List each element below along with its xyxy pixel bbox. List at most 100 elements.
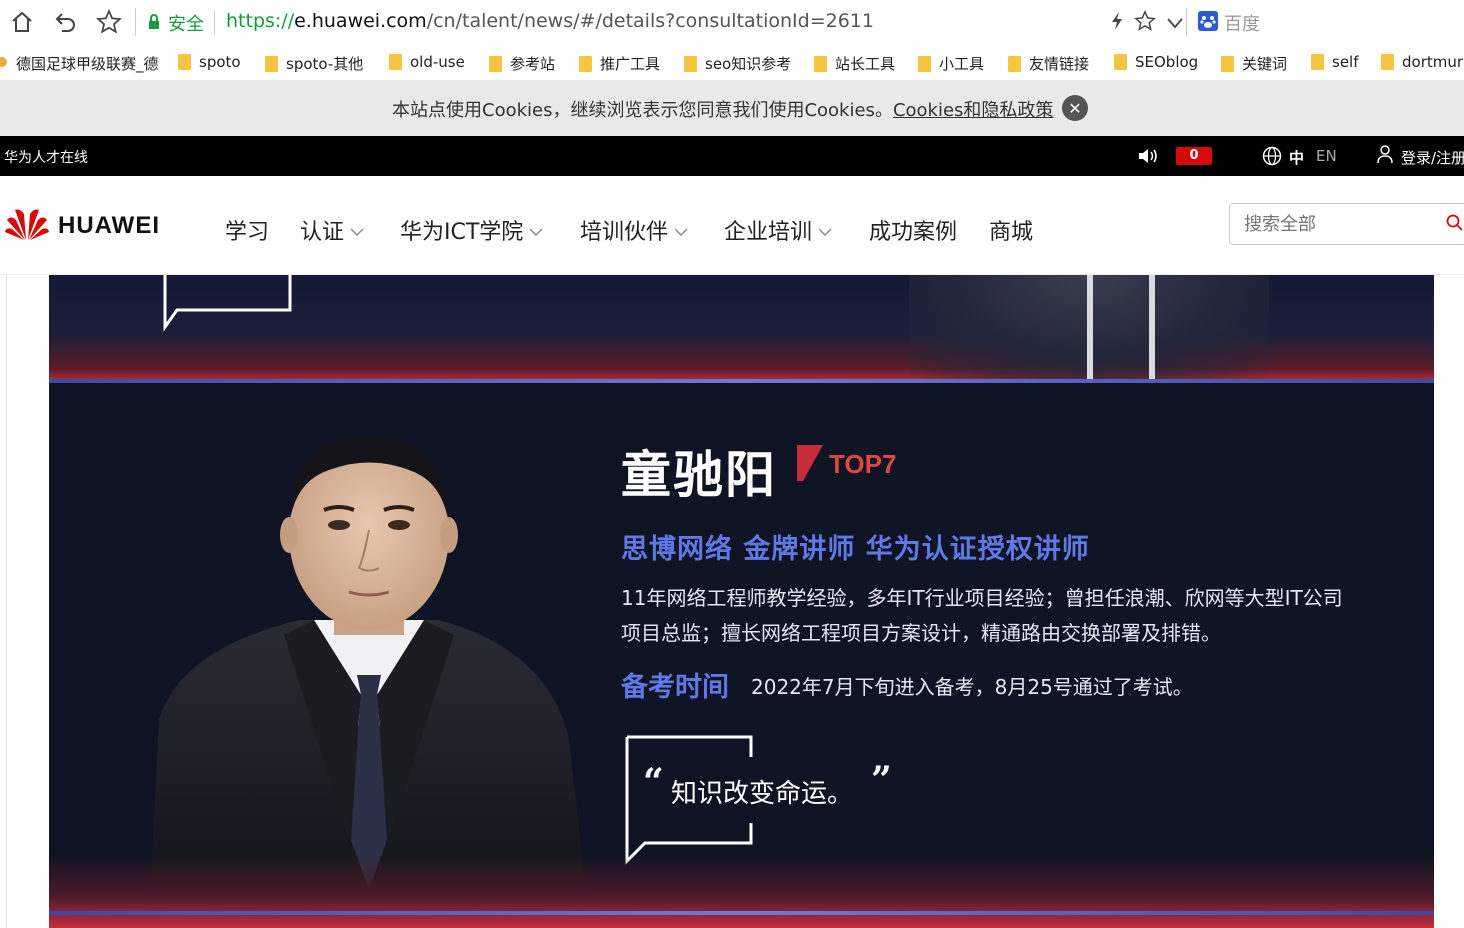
globe-bookmark-icon	[0, 55, 8, 73]
huawei-flower-icon	[4, 206, 50, 246]
bookmark-item[interactable]: spoto	[178, 53, 241, 71]
nav-label: 成功案例	[869, 220, 958, 245]
security-label: 安全	[168, 14, 204, 35]
message-count-badge[interactable]: 0	[1176, 147, 1212, 165]
close-icon[interactable]: ✕	[1062, 95, 1088, 121]
chevron-down-icon[interactable]	[1166, 14, 1184, 33]
baidu-icon	[1198, 11, 1218, 35]
bookmark-item[interactable]: spoto-其他	[265, 53, 363, 74]
bookmark-item[interactable]: SEOblog	[1114, 53, 1198, 71]
bookmark-label: 小工具	[939, 55, 985, 73]
login-link[interactable]: 登录/注册	[1401, 147, 1464, 168]
search-input[interactable]	[1242, 213, 1436, 236]
bookmark-label: 站长工具	[835, 55, 896, 73]
nav-item-ict-academy[interactable]: 华为ICT学院	[400, 214, 543, 246]
speaker-title: 思博网络 金牌讲师 华为认证授权讲师	[621, 534, 1090, 565]
divider	[6, 275, 7, 928]
bookmark-label: spoto	[199, 53, 241, 71]
nav-item-training-partner[interactable]: 培训伙伴	[580, 214, 688, 246]
bookmark-label: 关键词	[1242, 55, 1288, 73]
chevron-down-icon	[818, 218, 832, 243]
open-quote-icon: “	[643, 761, 664, 803]
folder-icon	[389, 54, 402, 70]
folder-icon	[1221, 55, 1234, 72]
lock-icon	[148, 14, 160, 34]
nav-item-success-cases[interactable]: 成功案例	[869, 214, 957, 246]
bookmark-item[interactable]: 推广工具	[579, 53, 660, 74]
bookmark-label: dortmur	[1402, 53, 1464, 71]
bookmark-label: 德国足球甲级联赛_德	[16, 55, 159, 73]
folder-icon	[489, 55, 502, 72]
bookmark-item[interactable]: 站长工具	[814, 53, 895, 74]
bookmark-item[interactable]: seo知识参考	[684, 53, 791, 74]
prep-label: 备考时间	[621, 672, 729, 703]
banner-bottom-glow	[49, 855, 1434, 928]
huawei-logo[interactable]: HUAWEI	[4, 206, 160, 246]
browser-toolbar: 安全 https://e.huawei.com/cn/talent/news/#…	[0, 0, 1464, 45]
bookmark-item[interactable]: 参考站	[489, 53, 555, 74]
nav-item-study[interactable]: 学习	[225, 214, 269, 246]
lang-zh[interactable]: 中	[1289, 147, 1304, 168]
bookmark-item[interactable]: 友情链接	[1008, 53, 1089, 74]
cookie-policy-link[interactable]: Cookies和隐私政策	[893, 100, 1053, 121]
rank-flag-icon	[797, 445, 823, 481]
bookmark-label: SEOblog	[1135, 53, 1199, 71]
speech-bubble-icon	[163, 275, 292, 332]
bookmarks-bar: 德国足球甲级联赛_德 spoto spoto-其他 old-use 参考站 推广…	[0, 44, 1464, 81]
favorite-star-icon[interactable]	[1134, 10, 1156, 36]
bookmark-label: 参考站	[510, 55, 556, 73]
chevron-down-icon	[674, 218, 688, 243]
quote-text: 知识改变命运。	[671, 779, 854, 809]
folder-icon	[684, 55, 697, 72]
speaker-icon[interactable]	[1138, 147, 1160, 169]
speaker-name: 童驰阳	[621, 446, 777, 504]
speaker-portrait	[149, 435, 589, 920]
bookmark-label: seo知识参考	[705, 55, 792, 73]
nav-item-certification[interactable]: 认证	[300, 214, 364, 246]
close-quote-icon: ”	[871, 759, 892, 801]
rank-badge: TOP7	[829, 449, 897, 479]
back-icon[interactable]	[52, 8, 80, 36]
divider-line	[49, 911, 1434, 915]
nav-label: 商城	[989, 220, 1034, 245]
nav-label: 企业培训	[724, 220, 813, 245]
search-engine-label: 百度	[1224, 14, 1260, 35]
nav-item-store[interactable]: 商城	[989, 214, 1033, 246]
url-protocol: https://	[226, 10, 295, 32]
profile-banner: 童驰阳 TOP7 思博网络 金牌讲师 华为认证授权讲师 11年网络工程师教学经验…	[49, 275, 1434, 928]
search-box	[1229, 203, 1464, 245]
bookmark-item[interactable]: old-use	[389, 53, 465, 71]
bookmark-item[interactable]: 关键词	[1221, 53, 1287, 74]
address-bar[interactable]: https://e.huawei.com/cn/talent/news/#/de…	[226, 10, 874, 32]
site-name[interactable]: 华为人才在线	[4, 147, 88, 167]
folder-icon	[579, 55, 592, 72]
folder-icon	[918, 55, 931, 72]
folder-icon	[1008, 55, 1021, 72]
search-icon[interactable]	[1446, 214, 1464, 236]
top-bar: 华为人才在线	[0, 136, 1464, 176]
folder-icon	[178, 54, 191, 70]
bookmark-item[interactable]: self	[1311, 53, 1359, 71]
home-icon[interactable]	[8, 8, 36, 36]
divider	[135, 8, 136, 36]
nav-label: 学习	[225, 220, 270, 245]
url-path: /cn/talent/news/#/details?consultationId…	[426, 10, 874, 32]
bookmark-label: spoto-其他	[286, 55, 364, 73]
user-icon[interactable]	[1376, 144, 1394, 168]
bookmark-item[interactable]: 德国足球甲级联赛_德	[0, 53, 159, 74]
nav-item-enterprise-training[interactable]: 企业培训	[724, 214, 832, 246]
speaker-description: 11年网络工程师教学经验，多年IT行业项目经验；曾担任浪潮、欣网等大型IT公司项…	[621, 586, 1343, 645]
folder-icon	[1381, 54, 1394, 70]
chevron-down-icon	[350, 218, 364, 243]
bookmark-item[interactable]: dortmur	[1381, 53, 1463, 71]
address-actions	[1110, 10, 1184, 36]
chevron-down-icon	[529, 218, 543, 243]
divider	[214, 10, 215, 34]
lightning-icon[interactable]	[1110, 11, 1124, 35]
lang-en[interactable]: EN	[1316, 147, 1337, 165]
bookmark-star-icon[interactable]	[95, 8, 123, 36]
search-engine-box[interactable]: 百度	[1198, 10, 1260, 36]
cookie-text: 本站点使用Cookies，继续浏览表示您同意我们使用Cookies。	[392, 100, 893, 121]
bookmark-label: 推广工具	[600, 55, 661, 73]
bookmark-item[interactable]: 小工具	[918, 53, 984, 74]
